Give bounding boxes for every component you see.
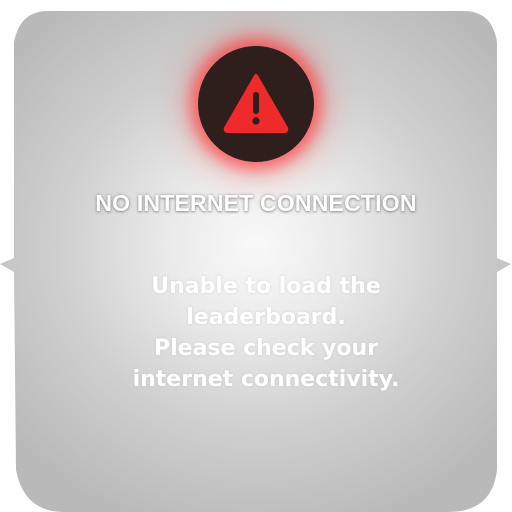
error-dialog: NO INTERNET CONNECTION Unable to load th…	[0, 0, 512, 512]
warning-badge	[198, 46, 314, 162]
dialog-message: Unable to load the leaderboard. Please c…	[100, 271, 432, 395]
message-line: internet connectivity.	[132, 367, 400, 392]
message-line: Unable to load the	[151, 274, 381, 299]
message-line: leaderboard.	[186, 305, 346, 330]
dialog-title: NO INTERNET CONNECTION	[95, 190, 417, 216]
warning-triangle-icon	[220, 68, 292, 140]
message-line: Please check your	[153, 336, 379, 361]
